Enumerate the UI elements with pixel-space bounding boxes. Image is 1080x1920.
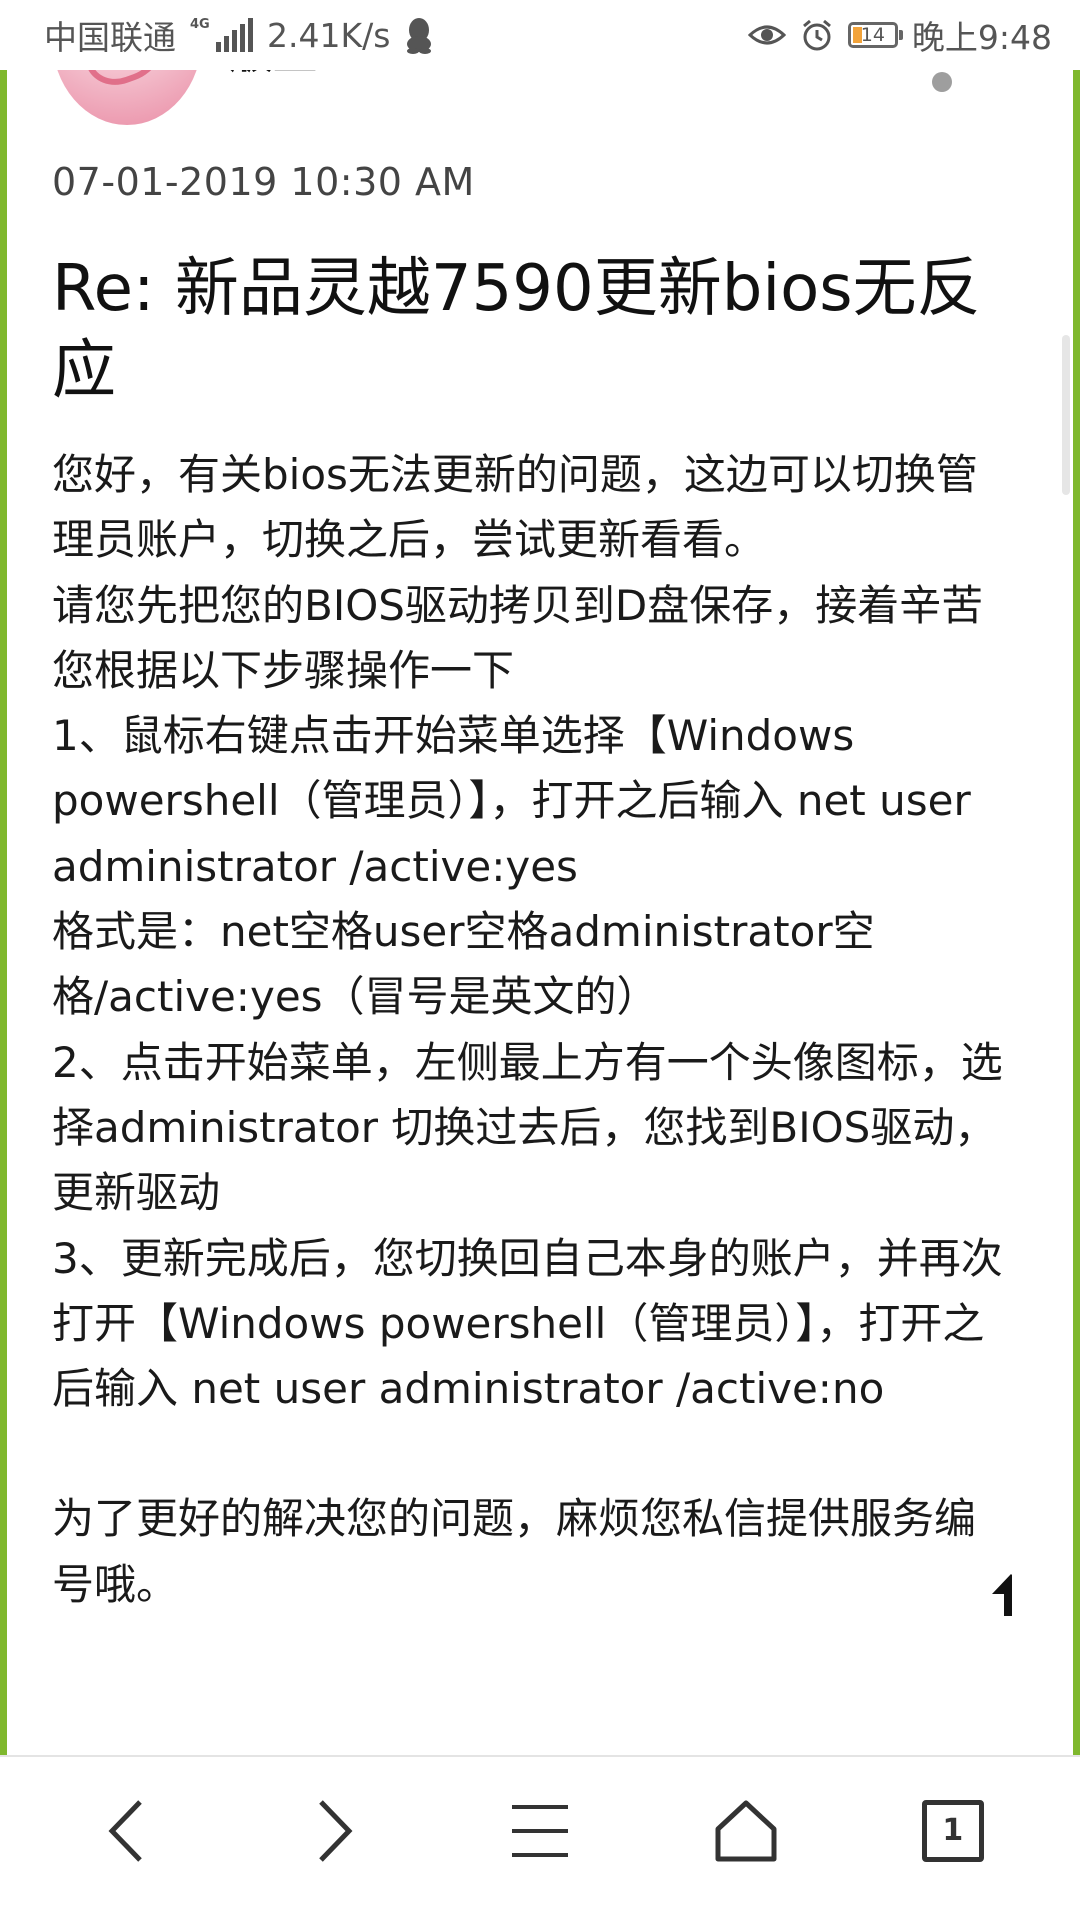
- body-paragraph: 为了更好的解决您的问题，麻烦您私信提供服务编号哦。: [52, 1494, 977, 1609]
- post-title: Re: 新品灵越7590更新bios无反应: [52, 252, 981, 408]
- body-paragraph: 3、更新完成后，您切换回自己本身的账户，并再次打开【Windows powers…: [52, 1233, 1003, 1414]
- page-edge-left: [0, 70, 7, 1755]
- scrollbar[interactable]: [1062, 335, 1070, 495]
- body-paragraph: 请您先把您的BIOS驱动拷贝到D盘保存，接着辛苦您根据以下步骤操作一下: [52, 580, 984, 695]
- qq-notification-icon: [407, 18, 432, 54]
- body-paragraph: 1、鼠标右键点击开始菜单选择【Windows powershell（管理员）】，…: [52, 711, 971, 891]
- home-icon: [715, 1800, 777, 1861]
- more-options-icon[interactable]: [932, 72, 952, 92]
- status-bar: 中国联通 4G 2.41K/s 14 晚上9:48: [0, 0, 1080, 70]
- tabs-icon: 1: [921, 1799, 984, 1862]
- status-bar-left: 中国联通 4G 2.41K/s: [44, 11, 434, 59]
- back-button[interactable]: [72, 1776, 182, 1886]
- carrier-name: 中国联通: [44, 18, 176, 57]
- browser-bottom-nav: 1: [0, 1755, 1080, 1920]
- post-timestamp: 07-01-2019 10:30 AM: [52, 160, 475, 204]
- alarm-icon: [802, 19, 831, 51]
- page-edge-right: [1073, 70, 1080, 1755]
- post-content: 版主 07-01-2019 10:30 AM Re: 新品灵越7590更新bio…: [52, 0, 1012, 1755]
- arrow-up-icon[interactable]: [986, 1570, 1012, 1620]
- tabs-count: 1: [942, 1813, 964, 1848]
- eye-comfort-icon: [747, 25, 786, 45]
- tabs-button[interactable]: 1: [898, 1776, 1008, 1886]
- home-button[interactable]: [691, 1776, 801, 1886]
- chevron-left-icon: [108, 1799, 142, 1862]
- body-paragraph: 格式是：net空格user空格administrator空格/active:ye…: [52, 907, 875, 1022]
- clock: 晚上9:48: [911, 18, 1052, 57]
- battery-icon: 14: [847, 22, 903, 48]
- status-bar-right: 14 晚上9:48: [747, 11, 1052, 59]
- network-speed: 2.41K/s: [267, 15, 391, 55]
- post-body: 您好，有关bios无法更新的问题，这边可以切换管理员账户，切换之后，尝试更新看看…: [52, 442, 1007, 1617]
- battery-level: 14: [860, 24, 885, 46]
- body-paragraph: 您好，有关bios无法更新的问题，这边可以切换管理员账户，切换之后，尝试更新看看…: [52, 450, 978, 565]
- menu-button[interactable]: [485, 1776, 595, 1886]
- hamburger-menu-icon: [511, 1804, 568, 1857]
- chevron-right-icon: [318, 1799, 353, 1862]
- body-paragraph: 2、点击开始菜单，左侧最上方有一个头像图标，选择administrator 切换…: [52, 1037, 1003, 1218]
- forward-button[interactable]: [279, 1776, 389, 1886]
- signal-icon: 4G: [190, 18, 253, 52]
